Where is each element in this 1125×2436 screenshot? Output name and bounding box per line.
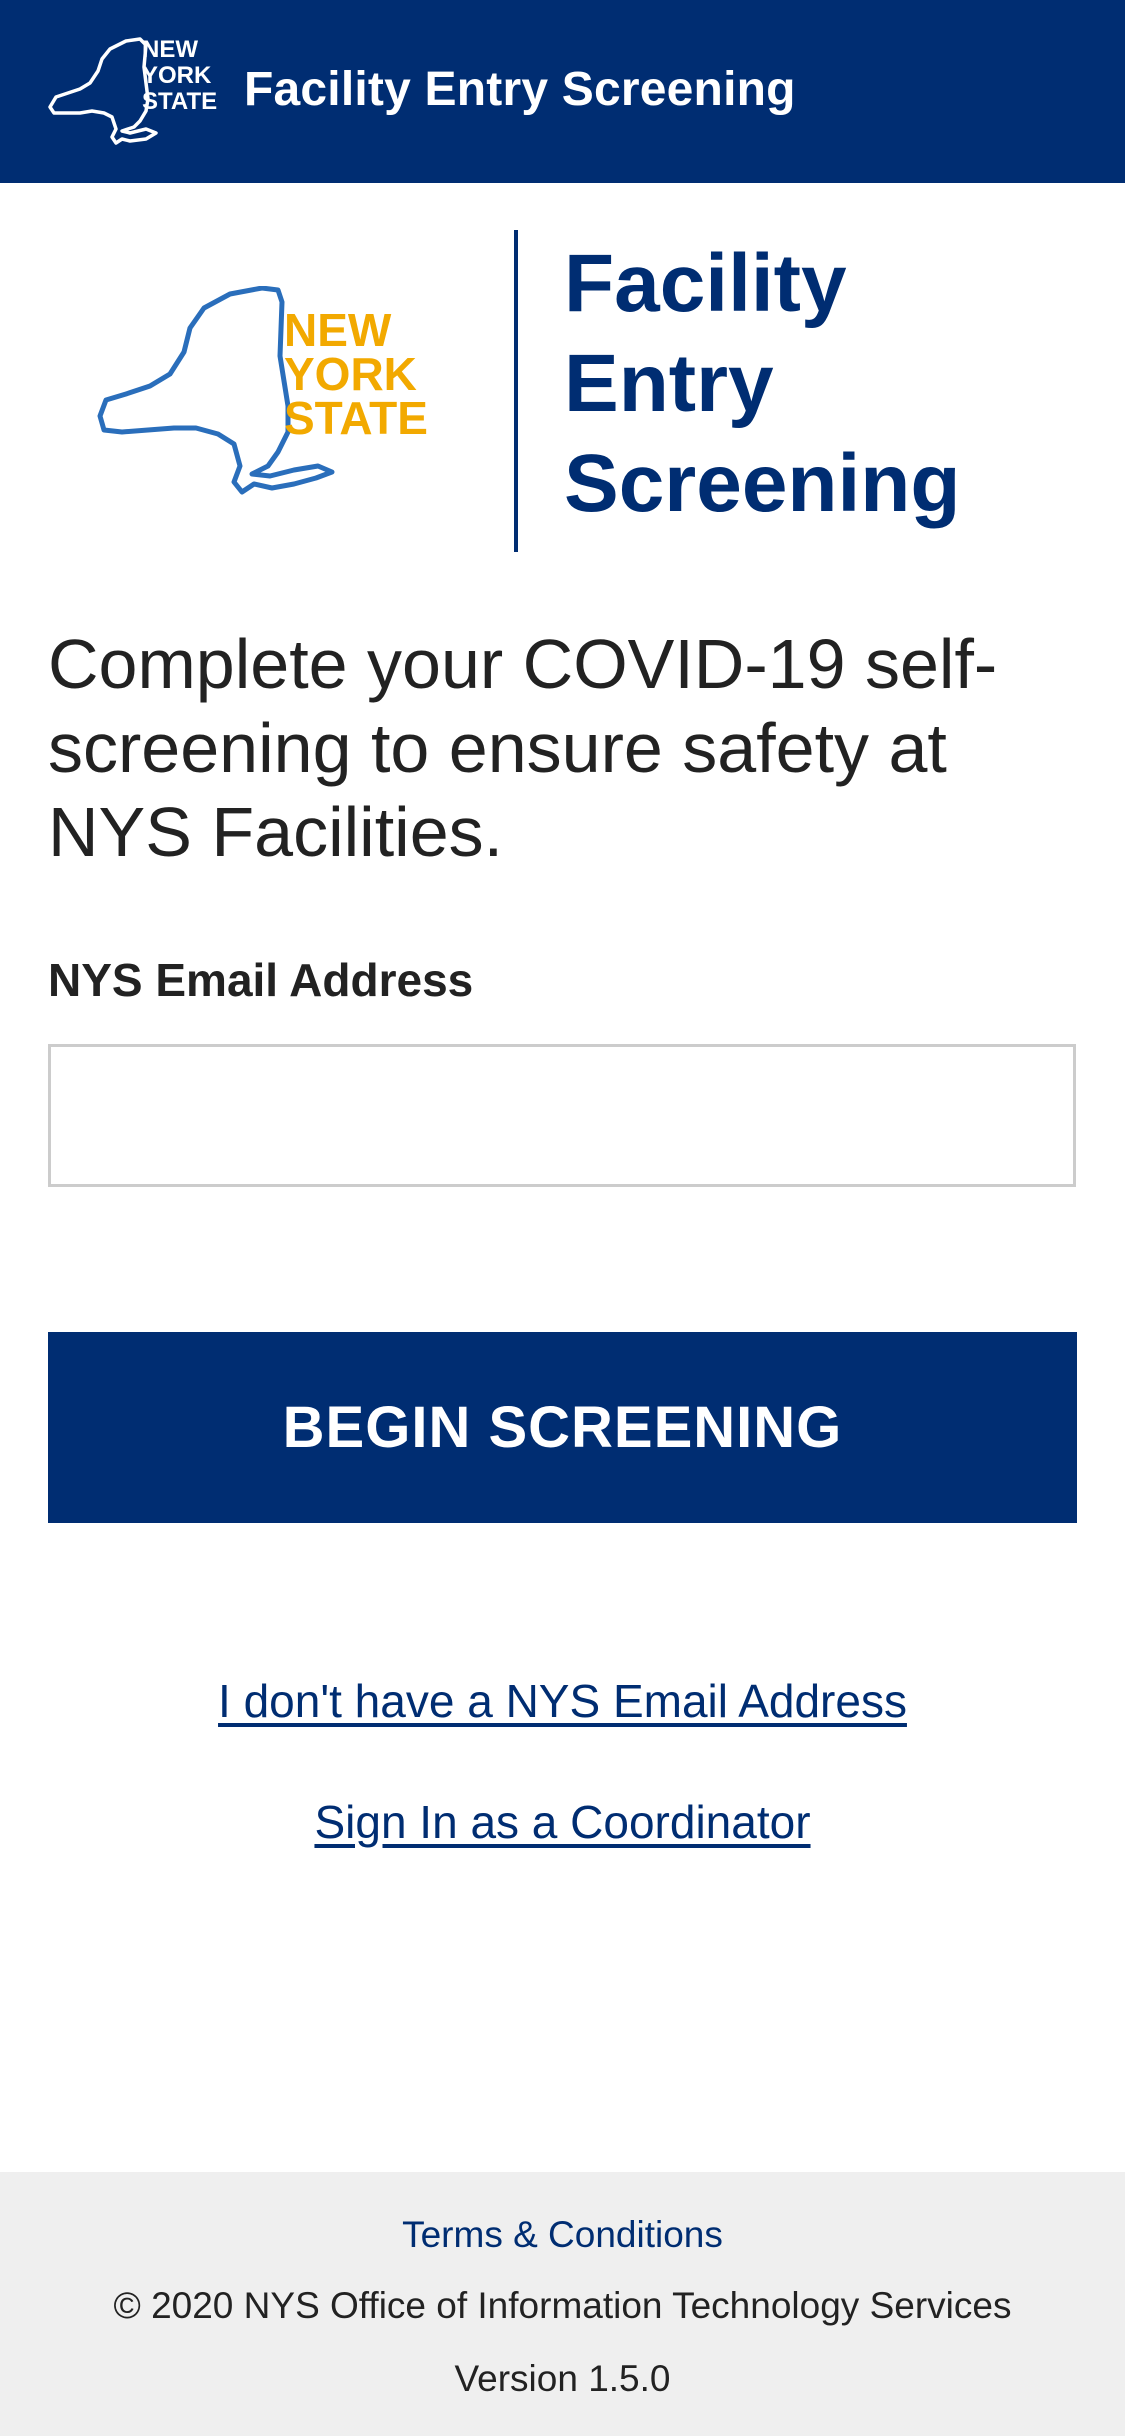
hero-divider bbox=[514, 230, 518, 552]
version-text: Version 1.5.0 bbox=[454, 2358, 671, 2399]
hero-title-line: Entry bbox=[564, 338, 774, 429]
terms-link[interactable]: Terms & Conditions bbox=[0, 2214, 1125, 2256]
copyright-text: © 2020 NYS Office of Information Technol… bbox=[113, 2285, 1012, 2326]
hero-title: Facility Entry Screening bbox=[564, 234, 960, 534]
footer: Terms & Conditions © 2020 NYS Office of … bbox=[0, 2172, 1125, 2436]
header-title: Facility Entry Screening bbox=[244, 63, 796, 116]
intro-text: Complete your COVID-19 self-screening to… bbox=[48, 625, 998, 871]
coordinator-sign-in-link[interactable]: Sign In as a Coordinator bbox=[0, 1795, 1125, 1849]
svg-text:NEW: NEW bbox=[142, 37, 198, 63]
hero-title-line: Screening bbox=[564, 438, 961, 529]
hero-title-line: Facility bbox=[564, 238, 847, 329]
nys-state-outline-logo-icon: NEW YORK STATE bbox=[46, 37, 222, 147]
no-email-link[interactable]: I don't have a NYS Email Address bbox=[0, 1674, 1125, 1728]
screening-page: NEW YORK STATE Facility Entry Screening … bbox=[0, 0, 1125, 2436]
svg-text:YORK: YORK bbox=[142, 62, 212, 89]
nys-state-color-logo-icon: NEW YORK STATE bbox=[92, 286, 432, 496]
top-header-bar: NEW YORK STATE Facility Entry Screening bbox=[0, 0, 1125, 183]
svg-text:STATE: STATE bbox=[284, 392, 428, 444]
email-field[interactable] bbox=[48, 1044, 1076, 1187]
hero-branding: NEW YORK STATE Facility Entry Screening bbox=[0, 230, 1125, 552]
begin-screening-button[interactable]: BEGIN SCREENING bbox=[48, 1332, 1077, 1523]
email-field-label: NYS Email Address bbox=[48, 954, 474, 1006]
svg-text:STATE: STATE bbox=[142, 88, 217, 115]
